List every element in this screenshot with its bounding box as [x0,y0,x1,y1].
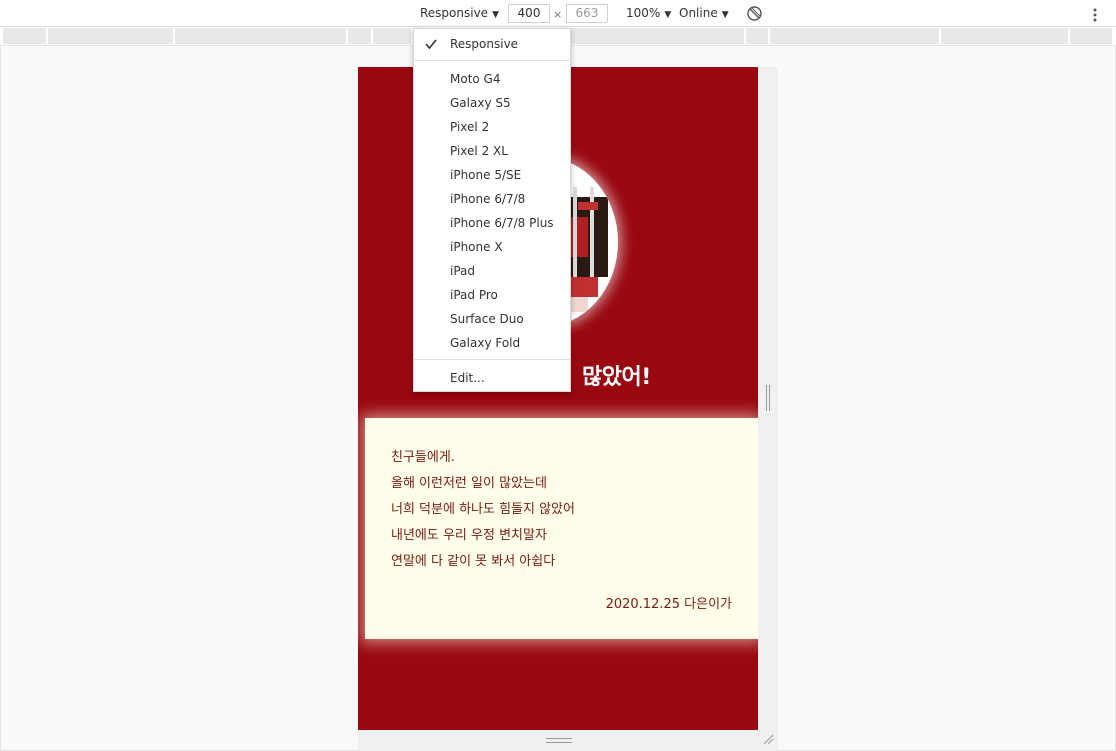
ruler-segment[interactable] [770,28,941,44]
ruler-segment[interactable] [717,28,746,44]
letter-line: 연말에 다 같이 못 봐서 아쉽다 [391,554,556,569]
device-dropdown-menu: Responsive Moto G4 Galaxy S5 Pixel 2 Pix… [413,28,571,392]
heading-visible-text: 많았어! [582,365,651,390]
menu-item-device[interactable]: Galaxy S5 [414,91,570,115]
zoom-label: 100% [626,6,661,20]
menu-item-device[interactable]: iPhone 6/7/8 Plus [414,211,570,235]
rotate-icon[interactable] [746,5,763,22]
menu-item-device[interactable]: Surface Duo [414,307,570,331]
letter-line: 올해 이런저런 일이 많았는데 [391,476,547,491]
menu-item-device[interactable]: Pixel 2 XL [414,139,570,163]
menu-item-device[interactable]: iPhone 5/SE [414,163,570,187]
more-vertical-icon[interactable] [1092,6,1098,22]
zoom-select[interactable]: 100% ▼ [626,0,671,27]
menu-item-device[interactable]: iPad [414,259,570,283]
device-toolbar: Responsive ▼ 400 × 663 100% ▼ Online ▼ [0,0,1116,27]
letter-signature: 2020.12.25 다은이가 [605,597,732,612]
caret-down-icon: ▼ [664,10,672,20]
ruler-segment[interactable] [3,28,48,44]
check-icon [424,32,438,56]
dimension-separator: × [553,8,563,21]
width-input[interactable]: 400 [508,4,550,23]
ruler-segment[interactable] [48,28,175,44]
ruler-segment[interactable] [373,28,413,44]
height-input[interactable]: 663 [566,4,608,23]
menu-item-device[interactable]: Pixel 2 [414,115,570,139]
network-label: Online [679,6,718,20]
grip-icon [546,738,572,743]
caret-down-icon: ▼ [721,10,729,20]
menu-item-edit[interactable]: Edit... [414,366,570,390]
letter-line: 친구들에게. [391,450,455,465]
menu-item-device[interactable]: Moto G4 [414,67,570,91]
caret-down-icon: ▼ [492,10,499,20]
menu-divider [414,359,570,360]
menu-item-device[interactable]: iPad Pro [414,283,570,307]
device-select-label: Responsive [420,6,489,20]
letter-line: 너희 덕분에 하나도 힘들지 않았어 [391,502,575,517]
letter-card: 친구들에게. 올해 이런저런 일이 많았는데 너희 덕분에 하나도 힘들지 않았… [365,418,758,639]
resize-corner-icon[interactable] [762,733,774,745]
menu-item-device[interactable]: iPhone X [414,235,570,259]
menu-item-device[interactable]: iPhone 6/7/8 [414,187,570,211]
resize-handle-bottom[interactable] [358,730,778,751]
grip-icon [766,385,770,411]
network-throttle-select[interactable]: Online ▼ [679,0,729,27]
ruler-segment[interactable] [348,28,373,44]
letter-line: 내년에도 우리 우정 변치말자 [391,528,547,543]
menu-item-responsive[interactable]: Responsive [414,32,570,56]
ruler-segment[interactable] [175,28,348,44]
menu-item-device[interactable]: Galaxy Fold [414,331,570,355]
menu-divider [414,60,570,61]
ruler-segment[interactable] [746,28,770,44]
ruler-segment[interactable] [941,28,1070,44]
resize-handle-right[interactable] [758,67,778,730]
menu-item-label: Responsive [450,37,519,51]
ruler-segment[interactable] [1070,28,1114,44]
device-select[interactable]: Responsive ▼ [420,0,499,27]
